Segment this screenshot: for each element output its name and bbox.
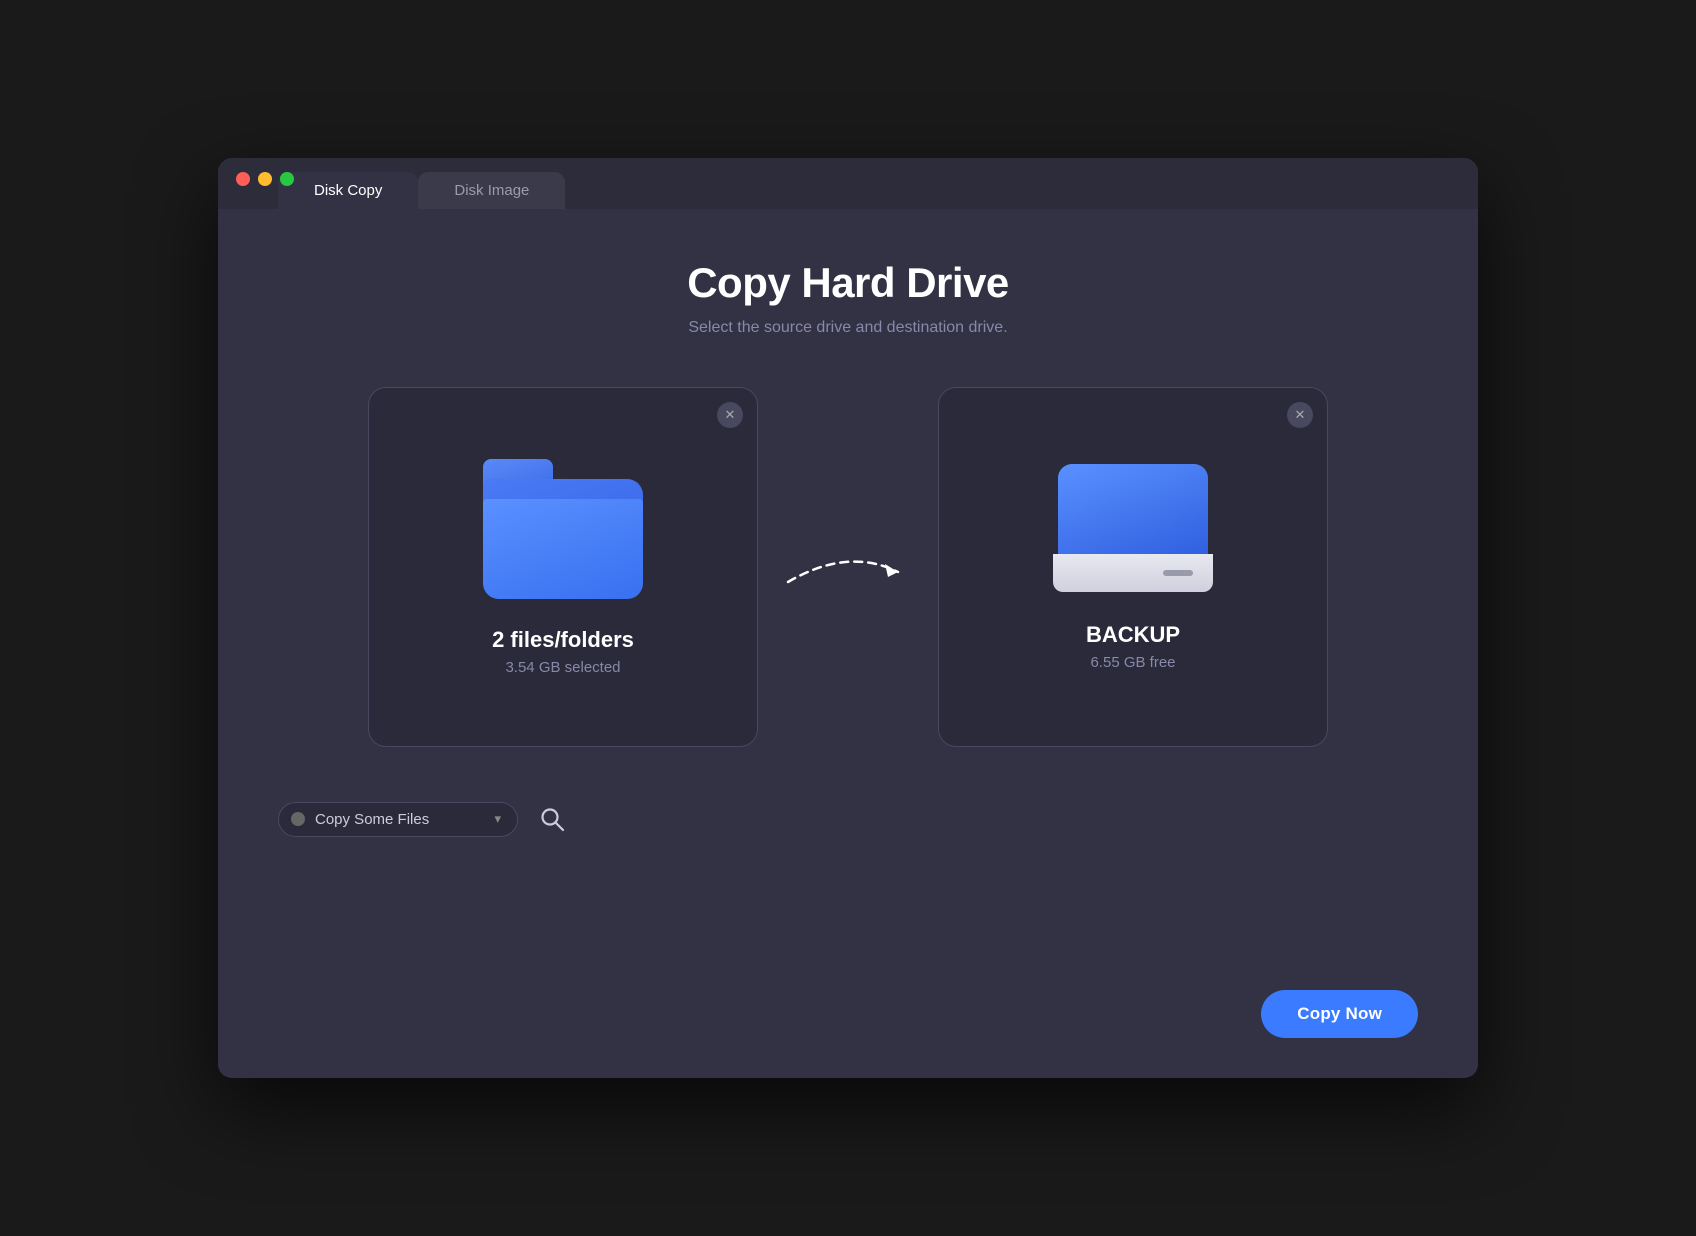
search-button[interactable] [530, 797, 574, 841]
source-card-name: 2 files/folders [492, 627, 634, 653]
hdd-body [1058, 464, 1208, 554]
maximize-button[interactable] [280, 172, 294, 186]
folder-front [483, 499, 643, 599]
mode-dot-icon [291, 812, 305, 826]
title-bar: Disk Copy Disk Image [218, 158, 1478, 209]
search-icon [539, 806, 565, 832]
destination-card-close[interactable]: ✕ [1287, 402, 1313, 428]
arrow-area [758, 542, 938, 592]
copy-arrow-icon [778, 542, 918, 592]
cards-row: ✕ 2 files/folders 3.54 GB selected [278, 387, 1418, 747]
source-card-close[interactable]: ✕ [717, 402, 743, 428]
chevron-down-icon: ▾ [494, 811, 501, 827]
destination-card-name: BACKUP [1086, 622, 1180, 648]
mode-label: Copy Some Files [315, 811, 484, 828]
mode-selector[interactable]: Copy Some Files ▾ [278, 802, 518, 837]
tab-bar: Disk Copy Disk Image [278, 172, 565, 209]
hdd-bottom [1053, 554, 1213, 592]
source-card-detail: 3.54 GB selected [505, 659, 620, 676]
page-subtitle: Select the source drive and destination … [688, 319, 1007, 337]
destination-card-detail: 6.55 GB free [1090, 654, 1175, 671]
main-window: Disk Copy Disk Image Copy Hard Drive Sel… [218, 158, 1478, 1078]
folder-icon [483, 459, 643, 599]
hdd-slot [1163, 570, 1193, 576]
page-title: Copy Hard Drive [687, 259, 1009, 307]
bottom-bar: Copy Some Files ▾ [278, 787, 1418, 851]
copy-now-button[interactable]: Copy Now [1261, 990, 1418, 1038]
main-content: Copy Hard Drive Select the source drive … [218, 209, 1478, 1078]
tab-disk-image[interactable]: Disk Image [418, 172, 565, 209]
hdd-icon [1053, 464, 1213, 594]
destination-card[interactable]: ✕ BACKUP 6.55 GB free [938, 387, 1328, 747]
source-card[interactable]: ✕ 2 files/folders 3.54 GB selected [368, 387, 758, 747]
close-button[interactable] [236, 172, 250, 186]
copy-now-area: Copy Now [278, 980, 1418, 1038]
traffic-lights [218, 172, 312, 200]
minimize-button[interactable] [258, 172, 272, 186]
